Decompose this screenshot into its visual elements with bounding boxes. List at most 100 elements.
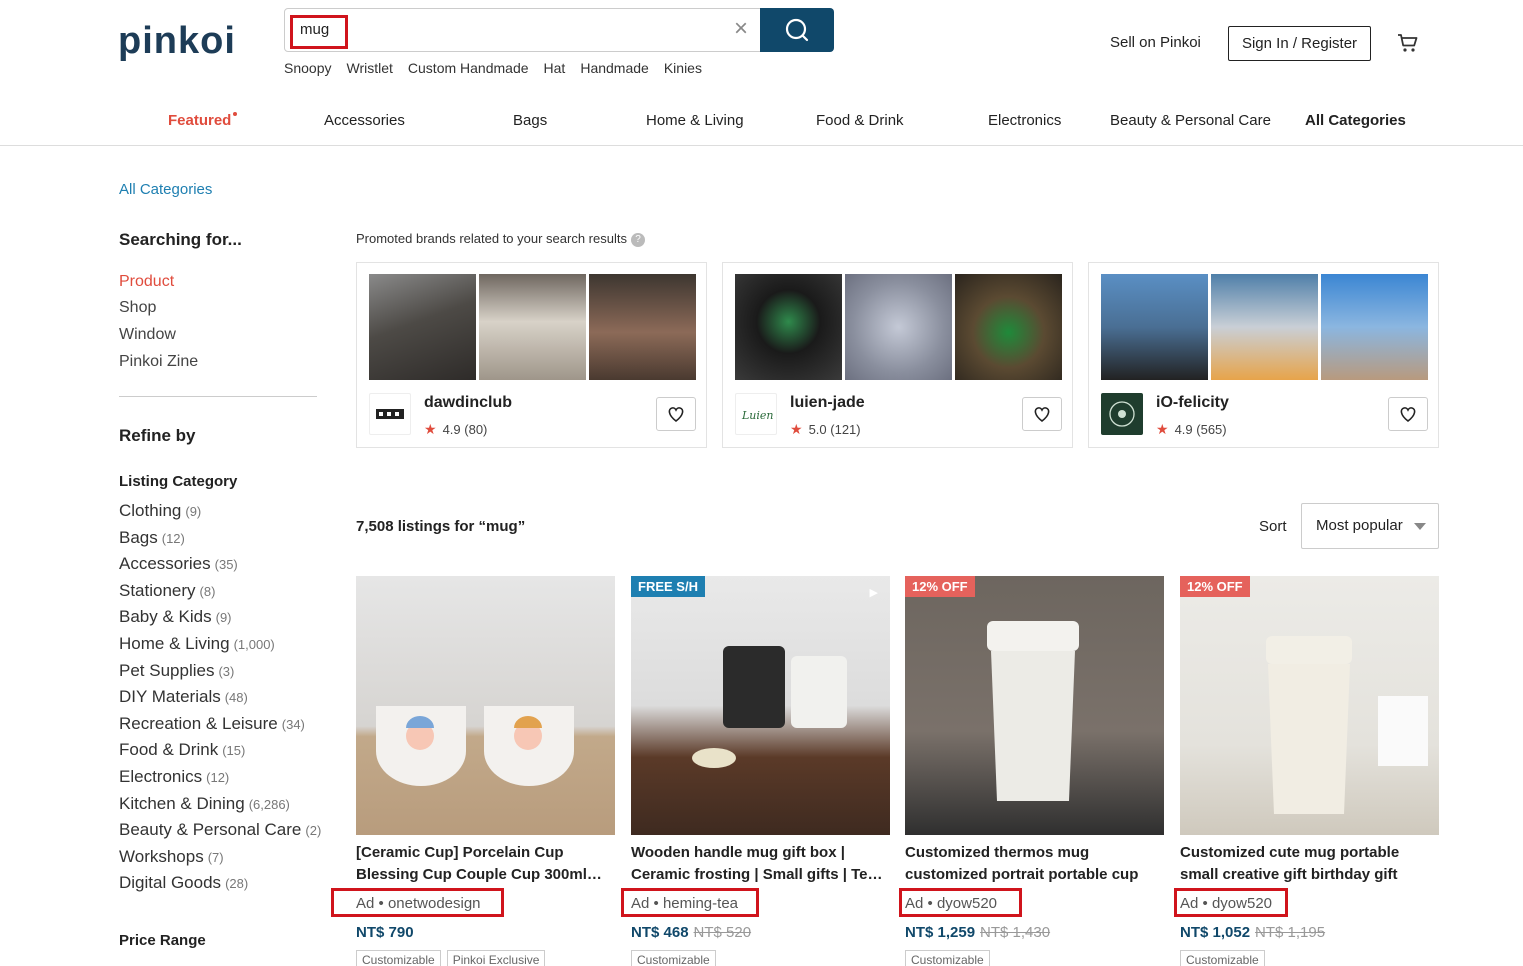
brand-logo (369, 393, 411, 435)
heart-icon (1400, 407, 1416, 423)
category-item[interactable]: DIY Materials (48) (119, 687, 321, 714)
nav-electronics[interactable]: Electronics (988, 112, 1061, 129)
ad-highlight-box (1174, 888, 1288, 917)
star-icon: ★ (790, 421, 803, 437)
suggestion-link[interactable]: Hat (544, 60, 566, 76)
brand-photo (1321, 274, 1428, 380)
sell-on-pinkoi-link[interactable]: Sell on Pinkoi (1110, 34, 1201, 51)
suggestion-link[interactable]: Handmade (580, 60, 649, 76)
nav-bags[interactable]: Bags (513, 112, 547, 129)
product-card[interactable]: [Ceramic Cup] Porcelain Cup Blessing Cup… (331, 576, 615, 966)
category-item[interactable]: Baby & Kids (9) (119, 607, 321, 634)
brand-photo (1101, 274, 1208, 380)
brand-name[interactable]: iO-felicity (1156, 394, 1229, 412)
search-input[interactable] (284, 8, 762, 52)
tag-customizable: Customizable (356, 950, 441, 966)
category-count: (9) (185, 504, 202, 519)
cart-icon[interactable] (1396, 31, 1420, 60)
category-item[interactable]: Accessories (35) (119, 554, 321, 581)
product-image[interactable]: 12% OFF (905, 576, 1164, 835)
sort-dropdown[interactable]: Most popular (1301, 503, 1439, 549)
category-name: Recreation & Leisure (119, 713, 278, 733)
product-tags: Customizable (1180, 950, 1265, 966)
follow-brand-button[interactable] (1388, 397, 1428, 431)
category-name: Food & Drink (119, 740, 219, 760)
product-image[interactable]: FREE S/H ▶ (631, 576, 890, 835)
suggestion-link[interactable]: Wristlet (346, 60, 392, 76)
breadcrumb-all-categories[interactable]: All Categories (119, 181, 212, 198)
category-list: Clothing (9) Bags (12) Accessories (35) Sta… (119, 501, 321, 900)
follow-brand-button[interactable] (1022, 397, 1062, 431)
nav-home-living[interactable]: Home & Living (646, 112, 744, 129)
product-title[interactable]: Wooden handle mug gift box | Ceramic fro… (631, 842, 890, 886)
price: NT$ 1,052 (1180, 924, 1251, 941)
product-card[interactable]: 12% OFF Customized thermos mug customize… (899, 576, 1164, 966)
original-price: NT$ 1,430 (980, 924, 1051, 941)
nav-beauty[interactable]: Beauty & Personal Care (1110, 112, 1271, 129)
nav-featured[interactable]: Featured (168, 112, 238, 129)
category-count: (1,000) (233, 636, 275, 652)
category-name: Pet Supplies (119, 660, 215, 680)
tag-customizable: Customizable (1180, 950, 1265, 966)
heart-icon (1034, 407, 1050, 423)
clear-search-icon[interactable]: × (730, 17, 752, 41)
search-icon (785, 18, 809, 42)
product-card[interactable]: FREE S/H ▶ Wooden handle mug gift box | … (621, 576, 890, 966)
category-count: (48) (224, 690, 248, 706)
category-name: Beauty & Personal Care (119, 820, 302, 840)
product-title[interactable]: Customized cute mug portable small creat… (1180, 842, 1439, 886)
nav-food-drink[interactable]: Food & Drink (816, 112, 904, 129)
category-item[interactable]: Food & Drink (15) (119, 740, 321, 767)
sign-in-button[interactable]: Sign In / Register (1228, 26, 1371, 61)
category-item[interactable]: Kitchen & Dining (6,286) (119, 794, 321, 821)
category-item[interactable]: Home & Living (1,000) (119, 634, 321, 661)
search-type-product[interactable]: Product (119, 273, 174, 291)
category-item[interactable]: Electronics (12) (119, 767, 321, 794)
category-item[interactable]: Recreation & Leisure (34) (119, 714, 321, 741)
category-count: (6,286) (248, 796, 290, 812)
search-type-window[interactable]: Window (119, 326, 176, 344)
product-title[interactable]: [Ceramic Cup] Porcelain Cup Blessing Cup… (356, 842, 615, 886)
brand-card-io-felicity[interactable]: iO-felicity ★ 4.9 (565) (1088, 262, 1439, 448)
nav-all-categories[interactable]: All Categories (1305, 112, 1406, 129)
price: NT$ 468 (631, 924, 689, 941)
category-item[interactable]: Bags (12) (119, 528, 321, 555)
category-item[interactable]: Stationery (8) (119, 581, 321, 608)
category-name: DIY Materials (119, 687, 221, 707)
category-count: (2) (305, 823, 322, 839)
brand-photo (845, 274, 952, 380)
promoted-brands-label: Promoted brands related to your search r… (356, 231, 645, 247)
follow-brand-button[interactable] (656, 397, 696, 431)
product-card[interactable]: 12% OFF Customized cute mug portable sma… (1174, 576, 1439, 966)
category-item[interactable]: Clothing (9) (119, 501, 321, 528)
brand-card-luien-jade[interactable]: Luien luien-jade ★ 5.0 (121) (722, 262, 1073, 448)
suggestion-link[interactable]: Kinies (664, 60, 702, 76)
brand-card-dawdinclub[interactable]: dawdinclub ★ 4.9 (80) (356, 262, 707, 448)
search-type-shop[interactable]: Shop (119, 299, 156, 317)
pinkoi-logo[interactable]: pinkoi (118, 20, 236, 63)
help-icon[interactable]: ? (630, 232, 645, 247)
brand-name[interactable]: dawdinclub (424, 394, 512, 412)
brand-logo-mark (376, 409, 404, 419)
search-type-zine[interactable]: Pinkoi Zine (119, 353, 198, 371)
suggestion-link[interactable]: Snoopy (284, 60, 331, 76)
searching-for-heading: Searching for... (119, 230, 242, 249)
category-item[interactable]: Workshops (7) (119, 847, 321, 874)
brand-photo (1211, 274, 1318, 380)
product-image[interactable]: 12% OFF (1180, 576, 1439, 835)
product-title[interactable]: Customized thermos mug customized portra… (905, 842, 1164, 886)
search-button[interactable] (760, 8, 834, 52)
category-name: Clothing (119, 501, 182, 520)
play-icon[interactable]: ▶ (870, 586, 878, 599)
brand-name[interactable]: luien-jade (790, 394, 865, 412)
category-item[interactable]: Beauty & Personal Care (2) (119, 820, 321, 847)
category-item[interactable]: Digital Goods (28) (119, 873, 321, 900)
nav-accessories[interactable]: Accessories (324, 112, 405, 129)
product-image[interactable] (356, 576, 615, 835)
tag-pinkoi-exclusive: Pinkoi Exclusive (446, 950, 546, 966)
suggestion-link[interactable]: Custom Handmade (408, 60, 529, 76)
rating-value: 4.9 (1174, 422, 1193, 437)
category-name: Stationery (119, 580, 196, 600)
review-count: (121) (830, 422, 861, 437)
category-item[interactable]: Pet Supplies (3) (119, 661, 321, 688)
